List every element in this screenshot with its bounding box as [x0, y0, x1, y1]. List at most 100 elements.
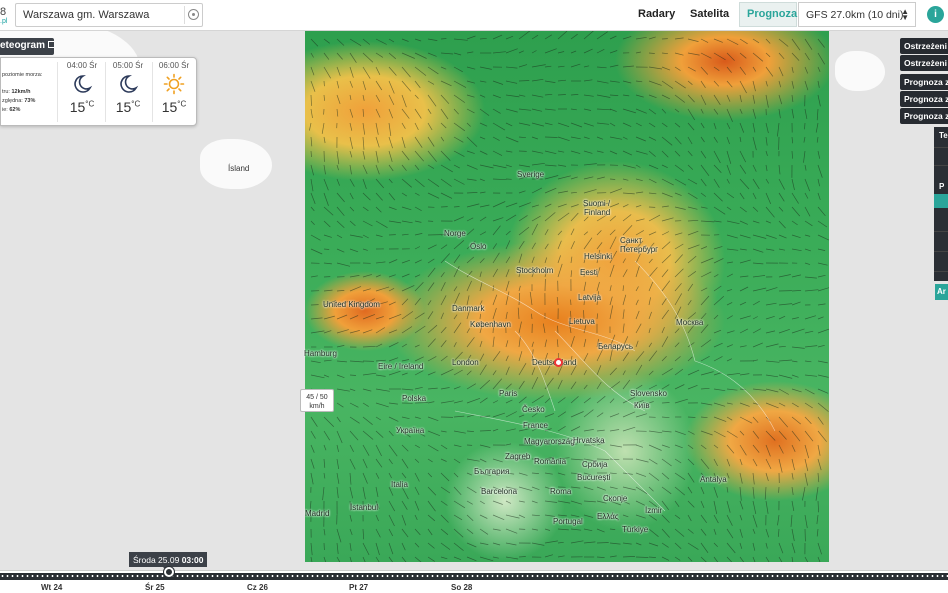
wind-streamline — [310, 416, 318, 427]
wind-streamline — [362, 274, 372, 278]
wind-streamline — [674, 356, 681, 362]
wind-streamline — [414, 500, 420, 511]
timeline-day[interactable]: So 28 — [451, 583, 472, 592]
wind-streamline — [310, 317, 323, 320]
animate-button[interactable]: Ar — [935, 284, 948, 300]
layer-selected[interactable] — [934, 194, 948, 208]
wind-streamline — [674, 206, 686, 210]
timeline-day[interactable]: Cz 26 — [247, 583, 268, 592]
timeline-day[interactable]: Pt 27 — [349, 583, 368, 592]
wind-streamline — [739, 528, 743, 538]
wind-streamline — [388, 342, 399, 348]
logo[interactable]: 8 — [0, 6, 6, 18]
info-icon[interactable]: i — [927, 6, 944, 23]
wind-streamline — [414, 386, 423, 390]
wind-streamline — [414, 122, 419, 130]
wind-streamline — [375, 52, 384, 58]
wind-streamline — [777, 514, 780, 526]
timeline-day[interactable]: Wt 24 — [41, 583, 62, 592]
layer-panel[interactable]: Te P — [934, 127, 948, 281]
wind-streamline — [466, 136, 478, 147]
wind-streamline — [362, 220, 373, 227]
wind-streamline — [635, 94, 644, 98]
wind-streamline — [479, 204, 490, 208]
timeline-day[interactable]: Śr 25 — [145, 583, 165, 592]
wind-streamline — [401, 94, 407, 108]
forecast-button-3[interactable]: Prognoza z — [900, 108, 948, 124]
wind-streamline — [700, 402, 713, 406]
nav-satelita[interactable]: Satelita — [690, 8, 729, 20]
wind-streamline — [362, 416, 373, 425]
wind-streamline — [440, 486, 451, 494]
wind-streamline — [453, 150, 465, 157]
wind-streamline — [752, 136, 757, 151]
wind-streamline — [492, 428, 499, 432]
wind-streamline — [752, 206, 759, 212]
wind-streamline — [817, 303, 826, 306]
forecast-button-1[interactable]: Prognoza z — [900, 74, 948, 90]
wind-streamline — [570, 122, 583, 128]
location-search[interactable] — [15, 3, 203, 27]
wind-streamline — [791, 178, 795, 191]
hour-column[interactable]: 06:00 Śr 15°C — [151, 61, 197, 115]
wind-streamline — [570, 270, 573, 278]
wind-streamline — [648, 542, 659, 547]
wind-streamline — [518, 94, 526, 97]
wind-streamline — [323, 416, 335, 427]
forecast-button-2[interactable]: Prognoza z — [900, 91, 948, 107]
wind-streamline — [401, 372, 408, 376]
wind-streamline — [427, 387, 438, 390]
model-select[interactable]: GFS 27.0km (10 dni) ▲ ▼ — [798, 2, 916, 27]
wind-streamline — [570, 426, 581, 432]
nav-radary[interactable]: Radary — [638, 8, 675, 20]
hour-column[interactable]: 04:00 Śr 15°C — [59, 61, 105, 115]
wind-streamline — [427, 178, 440, 187]
geolocate-icon[interactable] — [188, 9, 199, 20]
warnings-button-2[interactable]: Ostrzeżeni — [900, 55, 948, 71]
hour-time: 05:00 Śr — [112, 61, 144, 70]
warnings-button-1[interactable]: Ostrzeżeni — [900, 38, 948, 54]
wind-streamline — [375, 206, 382, 213]
wind-streamline — [414, 472, 420, 482]
wind-streamline — [310, 206, 315, 212]
wind-streamline — [505, 556, 519, 560]
wind-streamline — [479, 178, 485, 182]
hour-column[interactable]: 05:00 Śr 15°C — [105, 61, 151, 115]
wind-streamline — [817, 430, 827, 442]
wind-streamline — [544, 80, 556, 83]
wind-streamline — [505, 48, 518, 54]
wind-streamline — [492, 294, 498, 306]
wind-streamline — [518, 253, 523, 264]
wind-forecast-layer[interactable] — [305, 31, 829, 562]
wind-streamline — [778, 458, 783, 473]
wind-streamline — [310, 556, 313, 562]
wind-streamline — [596, 150, 604, 153]
nav-prognoza[interactable]: Prognoza — [747, 8, 797, 20]
wind-streamline — [401, 38, 409, 42]
wind-streamline — [817, 388, 829, 394]
wind-streamline — [804, 122, 806, 130]
wind-streamline — [739, 178, 750, 190]
wind-streamline — [479, 80, 487, 83]
search-input[interactable] — [16, 4, 176, 26]
wind-streamline — [752, 94, 756, 104]
wind-streamline — [765, 388, 779, 393]
wind-streamline — [622, 426, 636, 432]
timeline-handle[interactable] — [164, 567, 174, 577]
wind-streamline — [544, 136, 558, 138]
wind-streamline — [505, 542, 517, 546]
wind-streamline — [401, 542, 406, 551]
location-marker[interactable] — [554, 358, 563, 367]
wind-streamline — [739, 286, 749, 292]
wind-streamline — [479, 556, 494, 562]
wind-streamline — [726, 66, 732, 73]
wind-streamline — [622, 94, 630, 97]
timeline[interactable]: Wt 24 Śr 25 Cz 26 Pt 27 So 28 — [0, 570, 948, 593]
wind-streamline — [804, 330, 814, 334]
map-label: Hrvatska — [573, 436, 605, 445]
wind-streamline — [635, 310, 640, 320]
wind-streamline — [804, 164, 807, 171]
map-label: Stockholm — [516, 266, 554, 275]
meteogram-button[interactable]: eteogram — [0, 38, 54, 55]
wind-streamline — [453, 322, 462, 334]
